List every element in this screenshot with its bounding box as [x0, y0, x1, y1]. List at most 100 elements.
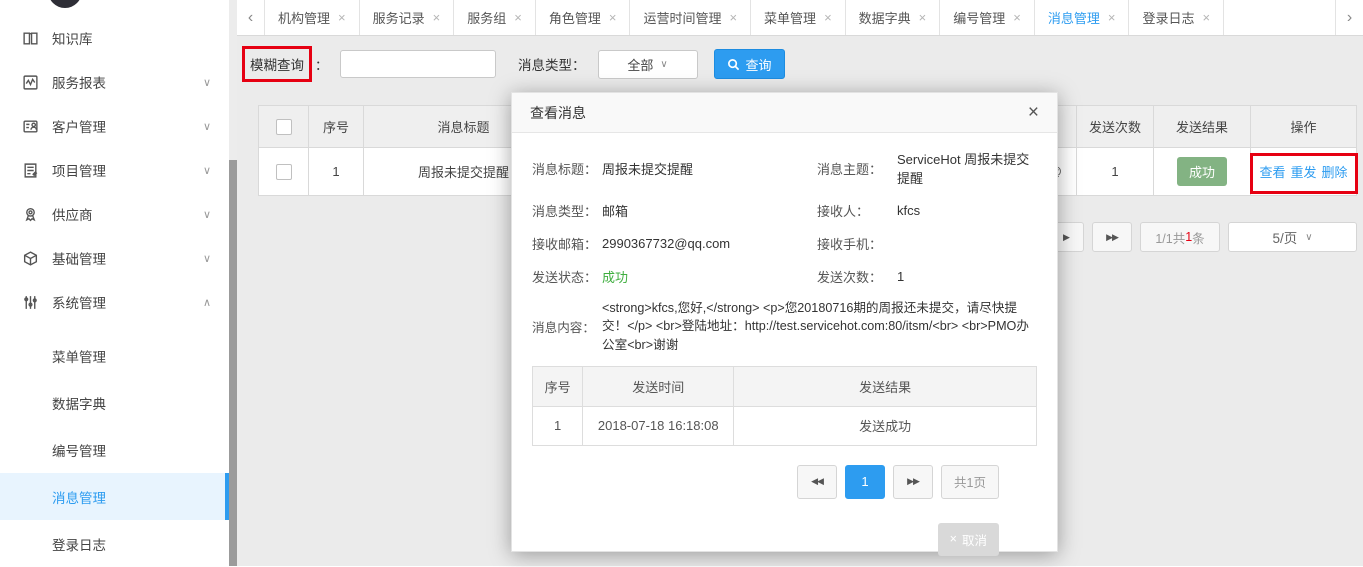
- modal-footer: × 取消: [532, 523, 1037, 556]
- tab-item[interactable]: 菜单管理 ×: [751, 0, 846, 35]
- first-page-button[interactable]: ◀◀: [797, 465, 837, 499]
- last-page-icon: ▶▶: [1106, 232, 1118, 243]
- close-icon[interactable]: ×: [729, 10, 737, 25]
- delete-link[interactable]: 删除: [1322, 162, 1348, 181]
- sidebar-item-base-mgmt[interactable]: 基础管理 ∨: [0, 236, 229, 280]
- last-page-button[interactable]: ▶▶: [1092, 222, 1132, 252]
- sidebar-item-system-mgmt[interactable]: 系统管理 ∧: [0, 280, 229, 324]
- sidebar-subitem-label: 数据字典: [52, 393, 106, 413]
- column-header-send-time: 发送时间: [583, 367, 734, 406]
- tab-item[interactable]: 编号管理 ×: [940, 0, 1035, 35]
- view-message-modal: 查看消息 × 消息标题： 周报未提交提醒 消息主题： ServiceHot 周报…: [511, 92, 1058, 552]
- close-icon[interactable]: ×: [1108, 10, 1116, 25]
- search-button-label: 查询: [746, 55, 772, 74]
- cell-send-time: 2018-07-18 16:18:08: [583, 407, 734, 445]
- search-button[interactable]: 查询: [714, 49, 785, 79]
- tab-item[interactable]: 登录日志 ×: [1129, 0, 1224, 35]
- field-label-title: 消息标题：: [532, 159, 602, 178]
- project-doc-icon: [22, 162, 39, 179]
- sidebar-item-label: 供应商: [52, 204, 203, 224]
- page-1-button-active[interactable]: 1: [845, 465, 885, 499]
- cancel-button[interactable]: × 取消: [938, 523, 999, 556]
- cancel-button-label: 取消: [962, 530, 987, 549]
- field-label-status: 发送状态：: [532, 267, 602, 286]
- tab-item[interactable]: 服务组 ×: [454, 0, 536, 35]
- page-count-suffix: 条: [1192, 228, 1205, 247]
- chevron-down-icon: ∨: [203, 76, 211, 89]
- tab-label: 消息管理: [1048, 8, 1100, 27]
- sidebar-item-customer-mgmt[interactable]: 客户管理 ∨: [0, 104, 229, 148]
- sliders-icon: [22, 294, 39, 311]
- message-type-select[interactable]: 全部 ∨: [598, 50, 698, 79]
- field-label-email: 接收邮箱：: [532, 234, 602, 253]
- last-page-button[interactable]: ▶▶: [893, 465, 933, 499]
- sidebar-item-label: 项目管理: [52, 160, 203, 180]
- close-icon[interactable]: ×: [1028, 103, 1039, 122]
- tab-bar: ‹ 机构管理 × 服务记录 × 服务组 × 角色管理 × 运营时间管理 × 菜单…: [237, 0, 1363, 36]
- tab-item[interactable]: 运营时间管理 ×: [630, 0, 751, 35]
- fuzzy-search-colon: ：: [315, 55, 328, 74]
- row-send-count: 1: [1077, 148, 1154, 195]
- tab-item[interactable]: 服务记录 ×: [360, 0, 455, 35]
- tabs-scroll-left-button[interactable]: ‹: [237, 0, 265, 35]
- chevron-left-icon: ‹: [248, 9, 253, 27]
- sidebar-item-project-mgmt[interactable]: 项目管理 ∨: [0, 148, 229, 192]
- tab-item-active[interactable]: 消息管理 ×: [1035, 0, 1130, 35]
- row-checkbox[interactable]: [276, 164, 292, 180]
- close-icon[interactable]: ×: [433, 10, 441, 25]
- tab-label: 数据字典: [859, 8, 911, 27]
- sidebar-item-login-log[interactable]: 登录日志: [0, 520, 229, 567]
- tab-label: 菜单管理: [764, 8, 816, 27]
- sidebar-scrollbar-thumb[interactable]: [229, 160, 237, 566]
- chevron-down-icon: ∨: [203, 208, 211, 221]
- sidebar-item-number-mgmt[interactable]: 编号管理: [0, 426, 229, 473]
- tab-label: 编号管理: [953, 8, 1005, 27]
- field-value-email: 2990367732@qq.com: [602, 236, 817, 251]
- close-icon[interactable]: ×: [1203, 10, 1211, 25]
- view-link[interactable]: 查看: [1259, 162, 1285, 181]
- tab-item[interactable]: 角色管理 ×: [536, 0, 631, 35]
- field-label-subject: 消息主题：: [817, 159, 897, 178]
- field-label-type: 消息类型：: [532, 201, 602, 220]
- close-icon[interactable]: ×: [338, 10, 346, 25]
- sidebar-subitem-label: 菜单管理: [52, 346, 106, 366]
- sidebar-scrollbar-track[interactable]: [229, 0, 237, 566]
- modal-header: 查看消息 ×: [512, 93, 1057, 133]
- sidebar-item-knowledge-base[interactable]: 知识库: [0, 16, 229, 60]
- field-value-subject: ServiceHot 周报未提交提醒: [897, 149, 1037, 187]
- close-icon[interactable]: ×: [514, 10, 522, 25]
- sidebar-item-data-dict[interactable]: 数据字典: [0, 379, 229, 426]
- chevron-down-icon: ∨: [203, 164, 211, 177]
- field-value-content: <strong>kfcs,您好,</strong> <p>您20180716期的…: [602, 299, 1037, 354]
- tabs-scroll-right-button[interactable]: ›: [1335, 0, 1363, 35]
- close-icon[interactable]: ×: [1013, 10, 1021, 25]
- fuzzy-search-input[interactable]: [340, 50, 496, 78]
- status-badge-success: 成功: [1177, 157, 1227, 186]
- column-header-send-count: 发送次数: [1077, 106, 1154, 147]
- cell-send-result: 发送成功: [734, 407, 1036, 445]
- resend-link[interactable]: 重发: [1290, 162, 1316, 181]
- modal-pagination: ◀◀ 1 ▶▶ 共1页: [532, 465, 1037, 499]
- select-all-checkbox[interactable]: [276, 119, 292, 135]
- sidebar-item-menu-mgmt[interactable]: 菜单管理: [0, 332, 229, 379]
- field-value-receiver: kfcs: [897, 203, 1037, 218]
- sidebar-item-label: 知识库: [52, 28, 211, 48]
- close-icon[interactable]: ×: [609, 10, 617, 25]
- sidebar-item-message-mgmt[interactable]: 消息管理: [0, 473, 229, 520]
- tab-item[interactable]: 机构管理 ×: [265, 0, 360, 35]
- field-value-status: 成功: [602, 267, 817, 286]
- close-icon[interactable]: ×: [824, 10, 832, 25]
- tab-item[interactable]: 数据字典 ×: [846, 0, 941, 35]
- tab-label: 运营时间管理: [643, 8, 721, 27]
- sidebar-subitem-label: 登录日志: [52, 534, 106, 554]
- chevron-up-icon: ∧: [203, 296, 211, 309]
- chevron-down-icon: ∨: [203, 120, 211, 133]
- field-value-type: 邮箱: [602, 201, 817, 220]
- sidebar-item-service-report[interactable]: 服务报表 ∨: [0, 60, 229, 104]
- page-size-select[interactable]: 5/页 ∨: [1228, 222, 1357, 252]
- page-size-value: 5/页: [1272, 227, 1297, 247]
- close-icon[interactable]: ×: [919, 10, 927, 25]
- sidebar-item-supplier[interactable]: 供应商 ∨: [0, 192, 229, 236]
- cube-icon: [22, 250, 39, 267]
- modal-title: 查看消息: [530, 103, 586, 123]
